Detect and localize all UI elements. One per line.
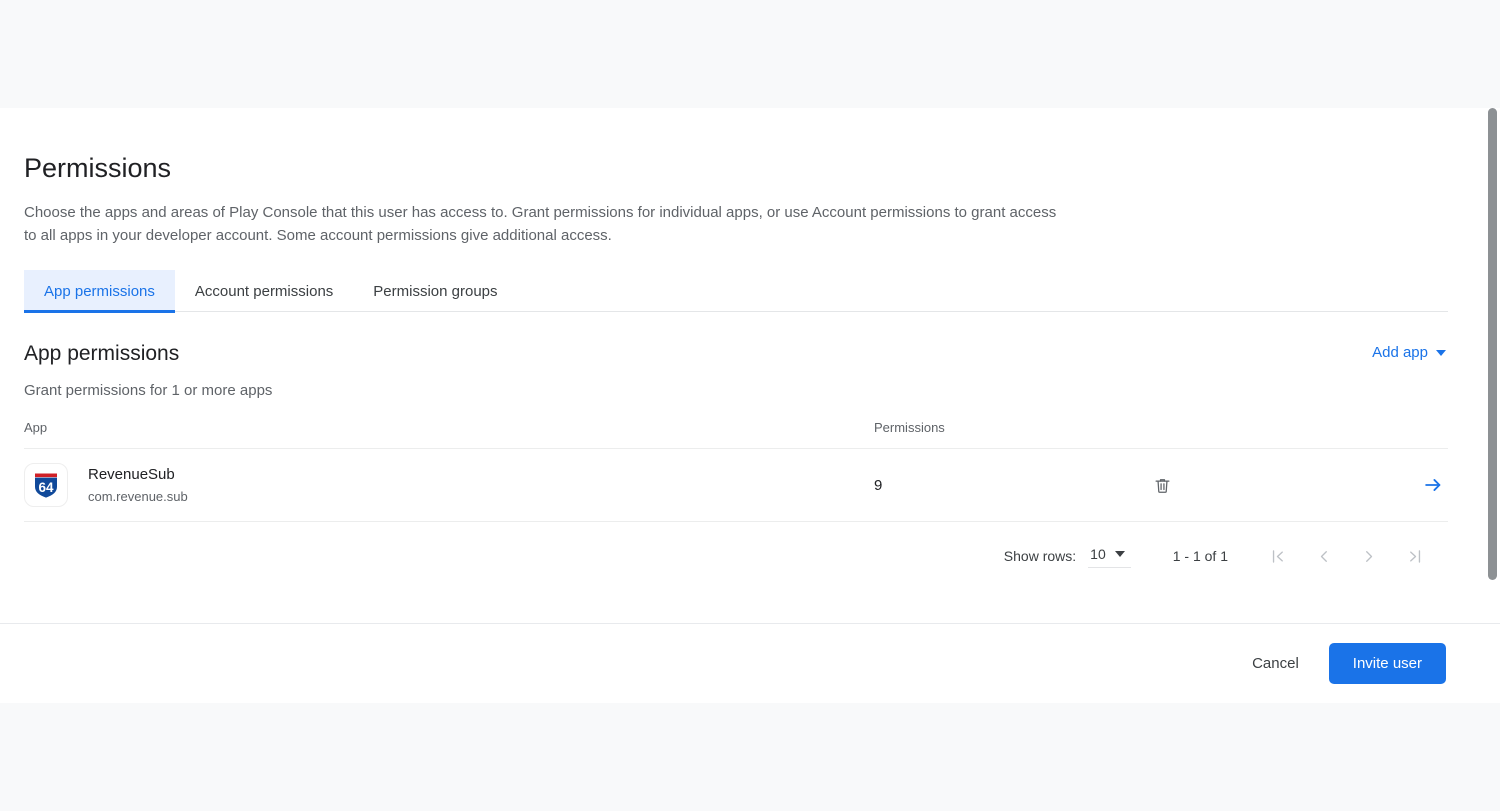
cancel-button[interactable]: Cancel [1236,645,1315,682]
invite-user-button[interactable]: Invite user [1328,643,1446,684]
table-row[interactable]: 64 RevenueSub com.revenue.sub 9 [24,448,1448,522]
first-page-icon [1272,549,1283,563]
cell-delete [1149,448,1339,522]
table-header: App Permissions [24,420,1448,449]
scrollbar-thumb[interactable] [1488,108,1497,580]
app-identity: 64 RevenueSub com.revenue.sub [24,463,874,507]
first-page-button[interactable] [1254,538,1300,574]
app-permissions-table: App Permissions 64 RevenueSub com.revenu… [24,420,1448,522]
column-header-open [1339,420,1448,449]
cell-app: 64 RevenueSub com.revenue.sub [24,448,874,522]
open-app-permissions-button[interactable] [1418,470,1448,500]
dialog-description: Choose the apps and areas of Play Consol… [24,204,1057,244]
table-header-row: App Permissions [24,420,1448,449]
show-rows-label: Show rows: [1003,548,1077,564]
svg-text:64: 64 [38,480,54,495]
dialog-scroll-body: Permissions Choose the apps and areas of… [0,108,1500,623]
dialog-footer: Cancel Invite user [0,623,1500,703]
interstate-shield-64-icon: 64 [24,463,68,507]
app-name: RevenueSub [88,465,175,483]
permissions-dialog: Permissions Choose the apps and areas of… [0,108,1500,703]
tab-app-permissions[interactable]: App permissions [24,270,175,313]
column-header-permissions: Permissions [874,420,1149,449]
page-root: Permissions Choose the apps and areas of… [0,0,1500,811]
last-page-button[interactable] [1392,538,1438,574]
dialog-content: Permissions Choose the apps and areas of… [24,151,1448,574]
section-header-row: App permissions Add app [24,340,1448,367]
section-title: App permissions [24,342,180,365]
section-subtitle: Grant permissions for 1 or more apps [24,382,273,399]
rows-per-page-value: 10 [1090,546,1106,562]
chevron-down-icon [1114,551,1125,557]
page-title: Permissions [24,153,172,183]
last-page-icon [1409,549,1420,563]
delete-app-button[interactable] [1149,472,1176,499]
tab-account-permissions[interactable]: Account permissions [175,270,353,312]
paginator: Show rows: 10 1 - 1 of 1 [24,538,1448,574]
column-header-app: App [24,420,874,449]
add-app-button[interactable]: Add app [1370,342,1448,363]
add-app-label: Add app [1372,344,1428,361]
rows-per-page-select[interactable]: 10 [1088,544,1131,568]
page-range-label: 1 - 1 of 1 [1172,548,1228,564]
cell-open [1339,448,1448,522]
next-page-icon [1365,550,1372,562]
app-package-name: com.revenue.sub [88,488,188,504]
app-text-block: RevenueSub com.revenue.sub [88,465,188,506]
tab-bar: App permissions Account permissions Perm… [24,270,1448,313]
vertical-scrollbar[interactable] [1485,108,1500,623]
next-page-button[interactable] [1346,538,1392,574]
prev-page-button[interactable] [1300,538,1346,574]
tab-permission-groups[interactable]: Permission groups [353,270,517,312]
column-header-delete [1149,420,1339,449]
trash-icon [1155,478,1170,493]
table-body: 64 RevenueSub com.revenue.sub 9 [24,448,1448,522]
arrow-right-icon [1425,479,1441,491]
prev-page-icon [1320,550,1327,562]
cell-permissions-count: 9 [874,448,1149,522]
chevron-down-icon [1436,349,1446,356]
